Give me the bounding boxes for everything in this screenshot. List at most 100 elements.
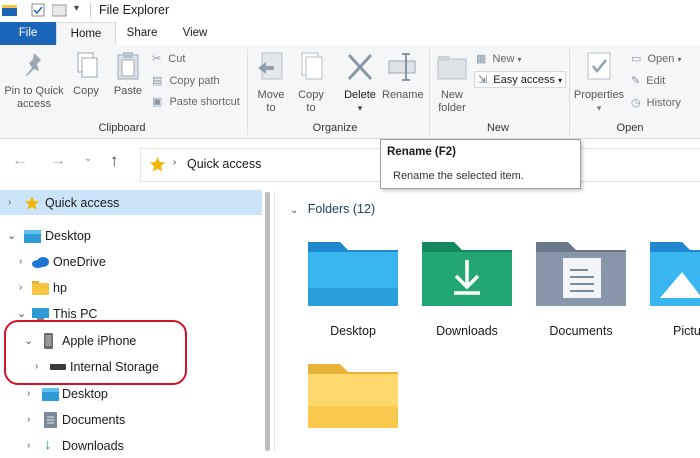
new-item-button[interactable]: ▦ New ▾: [476, 52, 522, 65]
rename-button[interactable]: Rename: [382, 51, 424, 102]
copy-to-icon: [301, 52, 323, 80]
folder-tile[interactable]: [303, 356, 403, 451]
move-to-label-1: Move: [257, 89, 285, 101]
pin-to-quick-access-button[interactable]: Pin to Quick access: [2, 51, 66, 111]
nav-pane-scrollbar[interactable]: [265, 192, 270, 451]
copy-to-button[interactable]: Copy to: [294, 51, 328, 115]
cut-button[interactable]: ✂ Cut: [152, 52, 185, 65]
chevron-right-icon[interactable]: ›: [19, 250, 22, 274]
chevron-right-icon[interactable]: ›: [19, 276, 22, 300]
open-group-label: Open: [616, 122, 644, 134]
pin-label-1: Pin to Quick: [4, 85, 64, 97]
customize-qat-chevron-icon[interactable]: ▾: [74, 3, 79, 14]
nav-label: Documents: [62, 413, 126, 427]
pane-divider[interactable]: [274, 190, 275, 451]
new-folder-qat-icon[interactable]: [52, 4, 68, 17]
edit-button[interactable]: ✎ Edit: [631, 74, 665, 87]
paste-shortcut-icon: ▣: [152, 96, 163, 108]
breadcrumb-chevron-icon[interactable]: ›: [173, 157, 176, 168]
tab-view[interactable]: View: [172, 22, 218, 45]
copy-icon: [77, 52, 98, 78]
copy-label: Copy: [73, 85, 99, 97]
folder-icon: [308, 364, 398, 428]
delete-x-icon: [347, 53, 373, 81]
rename-label: Rename: [382, 89, 424, 101]
ribbon-separator: [247, 49, 248, 135]
delete-button[interactable]: Delete ▾: [340, 51, 380, 115]
nav-label: hp: [53, 281, 67, 295]
ribbon-separator: [429, 49, 430, 135]
paste-icon: [117, 52, 139, 80]
properties-button[interactable]: Properties ▾: [572, 51, 626, 115]
paste-shortcut-button[interactable]: ▣ Paste shortcut: [152, 95, 240, 108]
section-title: Folders (12): [307, 202, 376, 216]
move-to-button[interactable]: Move to: [254, 51, 288, 115]
open-chevron-icon: ▾: [677, 55, 682, 64]
nav-label: OneDrive: [53, 255, 106, 269]
paste-shortcut-label: Paste shortcut: [169, 96, 240, 108]
copy-path-label: Copy path: [169, 75, 220, 87]
delete-dropdown-icon: ▾: [357, 103, 363, 113]
chevron-right-icon[interactable]: ›: [27, 408, 30, 432]
new-folder-label-2: folder: [438, 102, 466, 114]
paste-label: Paste: [113, 85, 143, 97]
new-item-label: New: [492, 53, 515, 65]
paste-button[interactable]: Paste: [110, 51, 146, 98]
new-item-icon: ▦: [476, 53, 487, 65]
pictures-folder-icon: [650, 242, 700, 306]
history-label: History: [646, 97, 681, 109]
folder-label: Documents: [549, 324, 613, 338]
easy-access-chevron-icon: ▾: [558, 76, 563, 85]
easy-access-button[interactable]: ⇲ Easy access ▾: [474, 71, 567, 88]
documents-icon: [44, 412, 57, 428]
title-bar: ▾ File Explorer: [0, 0, 700, 22]
recent-locations-chevron-icon[interactable]: ⌄: [84, 153, 92, 164]
tooltip-title: Rename (F2): [387, 146, 457, 158]
chevron-down-icon[interactable]: ⌄: [290, 205, 298, 216]
tooltip-body: Rename the selected item.: [393, 170, 524, 182]
chevron-right-icon[interactable]: ›: [8, 191, 11, 215]
copy-button[interactable]: Copy: [70, 51, 102, 98]
tab-home[interactable]: Home: [56, 22, 116, 46]
new-folder-button[interactable]: New folder: [434, 51, 470, 115]
copy-path-icon: ▤: [152, 75, 163, 87]
folder-tile[interactable]: Documents: [531, 234, 631, 344]
scissors-icon: ✂: [152, 53, 162, 65]
folder-tile[interactable]: Desktop: [303, 234, 403, 344]
nav-label: Desktop: [62, 387, 108, 401]
nav-label: Quick access: [45, 196, 120, 210]
edit-label: Edit: [646, 75, 666, 87]
folder-tile[interactable]: Pictu: [645, 234, 700, 344]
nav-label: Downloads: [62, 439, 124, 453]
history-button[interactable]: ◷ History: [631, 96, 681, 109]
chevron-down-icon[interactable]: ⌄: [7, 224, 16, 248]
open-button[interactable]: ▭ Open ▾: [631, 52, 681, 65]
properties-qat-icon[interactable]: [31, 3, 46, 18]
delete-label: Delete: [344, 89, 376, 101]
forward-arrow-icon[interactable]: →: [50, 152, 66, 170]
copy-path-button[interactable]: ▤ Copy path: [152, 74, 220, 87]
window-title: File Explorer: [99, 3, 170, 17]
pin-icon: [26, 53, 41, 76]
chevron-right-icon[interactable]: ›: [27, 382, 30, 406]
desktop-folder-icon: [308, 242, 398, 306]
tab-file[interactable]: File: [0, 22, 56, 45]
nav-item-quick-access[interactable]: › Quick access: [0, 191, 262, 215]
folder-tile[interactable]: Downloads: [417, 234, 517, 344]
documents-folder-icon: [536, 242, 626, 306]
download-arrow-icon: ↓: [44, 436, 52, 453]
folders-section-header[interactable]: ⌄ Folders (12): [290, 202, 375, 216]
chevron-right-icon[interactable]: ›: [27, 434, 30, 458]
copy-to-label-2: to: [306, 102, 316, 114]
downloads-folder-icon: [422, 242, 512, 306]
up-arrow-icon[interactable]: ↑: [110, 151, 119, 171]
folder-label: Desktop: [330, 324, 376, 338]
clipboard-group-label: Clipboard: [98, 122, 146, 134]
back-arrow-icon[interactable]: ←: [12, 152, 28, 170]
move-to-icon: [258, 52, 283, 80]
cut-label: Cut: [168, 53, 186, 65]
breadcrumb-quick-access[interactable]: Quick access: [187, 157, 261, 171]
folder-icon: [32, 281, 49, 295]
properties-label: Properties: [573, 89, 625, 101]
tab-share[interactable]: Share: [118, 22, 166, 45]
